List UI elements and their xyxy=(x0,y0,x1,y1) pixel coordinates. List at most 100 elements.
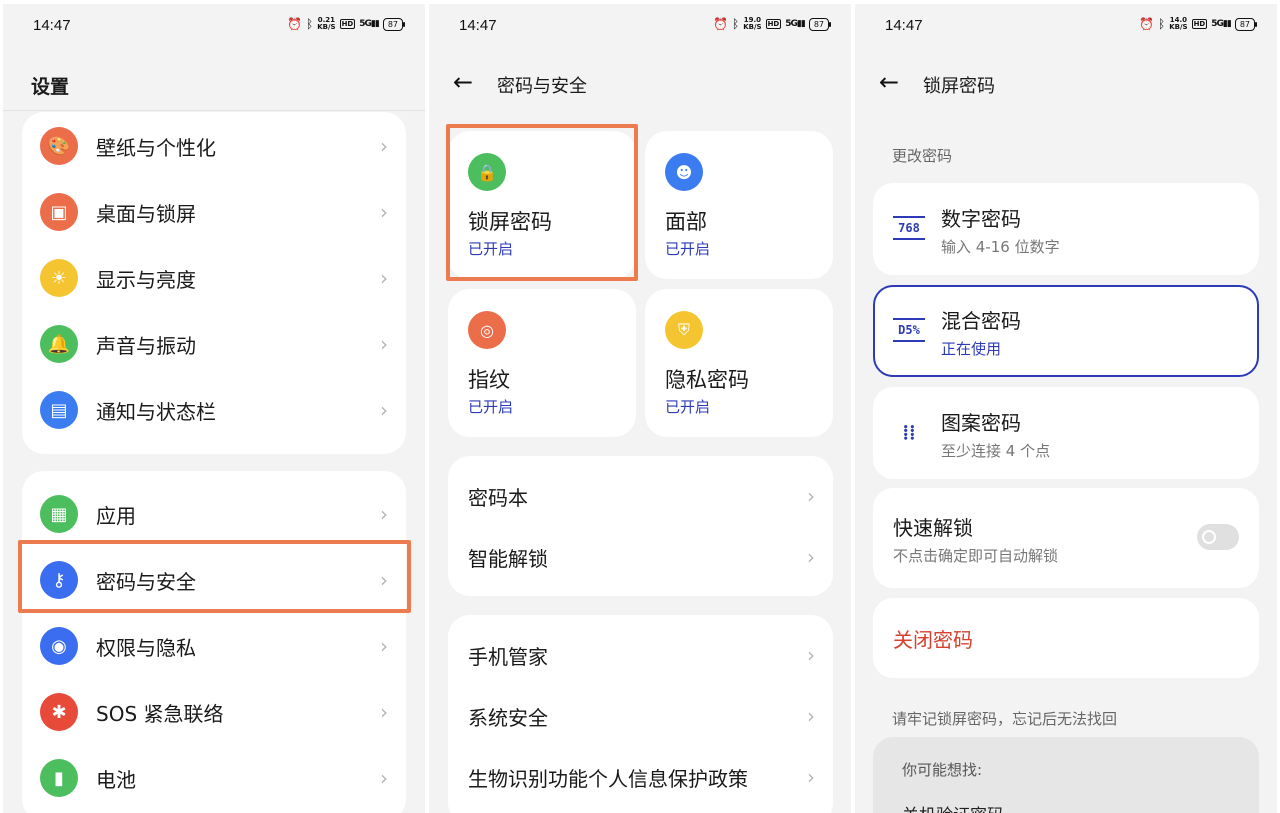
close-password-row[interactable]: 关闭密码 xyxy=(873,598,1259,678)
tile-status: 已开启 xyxy=(665,398,711,416)
settings-item-label: 密码与安全 xyxy=(96,569,196,594)
notification-icon: ▤ xyxy=(40,391,78,429)
row-label: 手机管家 xyxy=(468,644,548,669)
back-arrow-icon[interactable]: ← xyxy=(879,68,899,96)
tile-lockscreen-password[interactable]: 🔒 锁屏密码 已开启 xyxy=(448,131,636,279)
network-speed: 19.0 KB/S xyxy=(743,16,762,31)
apps-icon: ▦ xyxy=(40,495,78,533)
settings-item-label: 通知与状态栏 xyxy=(96,399,216,424)
signal-5g-icon: 5G▮▮ xyxy=(1211,19,1232,29)
chevron-right-icon: › xyxy=(380,332,388,356)
tile-privacy-password[interactable]: ⛨ 隐私密码 已开启 xyxy=(645,289,833,437)
status-icons: ⏰ ᛒ 14.0 KB/S HD 5G▮▮ 87 xyxy=(1139,17,1258,31)
quick-unlock-title: 快速解锁 xyxy=(893,516,973,540)
hd-icon: HD xyxy=(339,19,356,29)
tile-fingerprint[interactable]: ◎ 指纹 已开启 xyxy=(448,289,636,437)
settings-item-wallpaper[interactable]: 🎨 壁纸与个性化 › xyxy=(22,113,406,179)
settings-item-label: 壁纸与个性化 xyxy=(96,135,216,160)
option-title: 数字密码 xyxy=(941,207,1021,231)
row-system-security[interactable]: 系统安全 › xyxy=(448,686,833,746)
alarm-icon: ⏰ xyxy=(1139,17,1155,31)
option-mixed-password[interactable]: D5% 混合密码 正在使用 xyxy=(873,285,1259,377)
key-icon: ⚷ xyxy=(40,561,78,599)
quick-unlock-row[interactable]: 快速解锁 不点击确定即可自动解锁 xyxy=(873,488,1259,588)
chevron-right-icon: › xyxy=(380,134,388,158)
signal-5g-icon: 5G▮▮ xyxy=(785,19,806,29)
option-pattern-password[interactable]: ⁞⁞ 图案密码 至少连接 4 个点 xyxy=(873,387,1259,479)
option-title: 混合密码 xyxy=(941,309,1021,333)
mixed-password-icon: D5% xyxy=(893,318,925,342)
settings-group-2: ▦ 应用 › ⚷ 密码与安全 › ◉ 权限与隐私 › ✱ SOS 紧急联络 › … xyxy=(22,471,406,813)
fingerprint-icon: ◎ xyxy=(468,311,506,349)
chevron-right-icon: › xyxy=(807,704,815,728)
shield-icon: ⛨ xyxy=(665,311,703,349)
settings-item-password-security[interactable]: ⚷ 密码与安全 › xyxy=(22,547,406,613)
settings-item-label: 权限与隐私 xyxy=(96,635,196,660)
settings-item-desktop[interactable]: ▣ 桌面与锁屏 › xyxy=(22,179,406,245)
option-title: 图案密码 xyxy=(941,411,1021,435)
settings-item-apps[interactable]: ▦ 应用 › xyxy=(22,481,406,547)
network-speed: 0.21 KB/S xyxy=(317,16,336,31)
numeric-password-glyph: 768 xyxy=(898,221,920,235)
settings-item-notifications[interactable]: ▤ 通知与状态栏 › xyxy=(22,377,406,443)
tile-status: 已开启 xyxy=(468,398,514,416)
close-password-label: 关闭密码 xyxy=(893,628,973,652)
chevron-right-icon: › xyxy=(380,398,388,422)
chevron-right-icon: › xyxy=(807,643,815,667)
page-title: 锁屏密码 xyxy=(923,76,995,97)
row-smart-unlock[interactable]: 智能解锁 › xyxy=(448,527,833,587)
back-arrow-icon[interactable]: ← xyxy=(453,68,473,96)
bluetooth-icon: ᛒ xyxy=(306,17,314,31)
settings-item-label: SOS 紧急联络 xyxy=(96,701,224,726)
settings-item-label: 电池 xyxy=(96,767,136,792)
page-header: 设置 xyxy=(3,60,425,110)
row-label: 生物识别功能个人信息保护政策 xyxy=(468,766,748,791)
settings-item-privacy[interactable]: ◉ 权限与隐私 › xyxy=(22,613,406,679)
bluetooth-icon: ᛒ xyxy=(1158,17,1166,31)
option-numeric-password[interactable]: 768 数字密码 输入 4-16 位数字 xyxy=(873,183,1259,275)
signal-5g-label: 5G xyxy=(785,19,798,29)
row-label: 密码本 xyxy=(468,485,528,510)
password-note: 请牢记锁屏密码，忘记后无法找回 xyxy=(892,710,1118,728)
tile-face[interactable]: ☻ 面部 已开启 xyxy=(645,131,833,279)
settings-group-1: 🎨 壁纸与个性化 › ▣ 桌面与锁屏 › ☀ 显示与亮度 › 🔔 声音与振动 ›… xyxy=(22,112,406,454)
row-biometric-policy[interactable]: 生物识别功能个人信息保护政策 › xyxy=(448,747,833,807)
suggestion-item[interactable]: 关机验证密码 xyxy=(902,801,1004,813)
page-title: 密码与安全 xyxy=(497,76,587,97)
settings-item-sound[interactable]: 🔔 声音与振动 › xyxy=(22,311,406,377)
quick-unlock-toggle[interactable] xyxy=(1197,524,1239,550)
status-bar: 14:47 ⏰ ᛒ 0.21 KB/S HD 5G▮▮ 87 xyxy=(3,4,425,48)
settings-item-label: 显示与亮度 xyxy=(96,267,196,292)
chevron-right-icon: › xyxy=(807,765,815,789)
tile-title: 面部 xyxy=(665,210,707,234)
hd-icon: HD xyxy=(765,19,782,29)
suggestion-card: 你可能想找: 关机验证密码 xyxy=(873,737,1259,813)
signal-5g-label: 5G xyxy=(359,19,372,29)
mixed-password-glyph: D5% xyxy=(898,323,920,337)
pattern-password-icon: ⁞⁞ xyxy=(902,419,916,444)
chevron-right-icon: › xyxy=(380,700,388,724)
battery-level: 87 xyxy=(382,17,406,31)
chevron-right-icon: › xyxy=(380,766,388,790)
signal-5g-icon: 5G▮▮ xyxy=(359,19,380,29)
settings-item-label: 桌面与锁屏 xyxy=(96,201,196,226)
option-subtitle: 正在使用 xyxy=(941,340,1002,358)
sos-icon: ✱ xyxy=(40,693,78,731)
option-subtitle: 输入 4-16 位数字 xyxy=(941,238,1060,256)
settings-item-battery[interactable]: ▮ 电池 › xyxy=(22,745,406,811)
alarm-icon: ⏰ xyxy=(713,17,729,31)
suggestion-title: 你可能想找: xyxy=(902,761,983,779)
settings-item-label: 应用 xyxy=(96,503,136,528)
battery-level: 87 xyxy=(808,17,832,31)
chevron-right-icon: › xyxy=(380,634,388,658)
settings-item-sos[interactable]: ✱ SOS 紧急联络 › xyxy=(22,679,406,745)
password-security-screen: 14:47 ⏰ ᛒ 19.0 KB/S HD 5G▮▮ 87 ← 密码与安全 🔒… xyxy=(429,4,851,813)
settings-item-display[interactable]: ☀ 显示与亮度 › xyxy=(22,245,406,311)
tile-status: 已开启 xyxy=(665,240,711,258)
row-phone-manager[interactable]: 手机管家 › xyxy=(448,625,833,685)
chevron-right-icon: › xyxy=(807,545,815,569)
row-label: 智能解锁 xyxy=(468,546,548,571)
row-password-book[interactable]: 密码本 › xyxy=(448,466,833,526)
lock-icon: 🔒 xyxy=(468,153,506,191)
status-time: 14:47 xyxy=(459,17,497,34)
